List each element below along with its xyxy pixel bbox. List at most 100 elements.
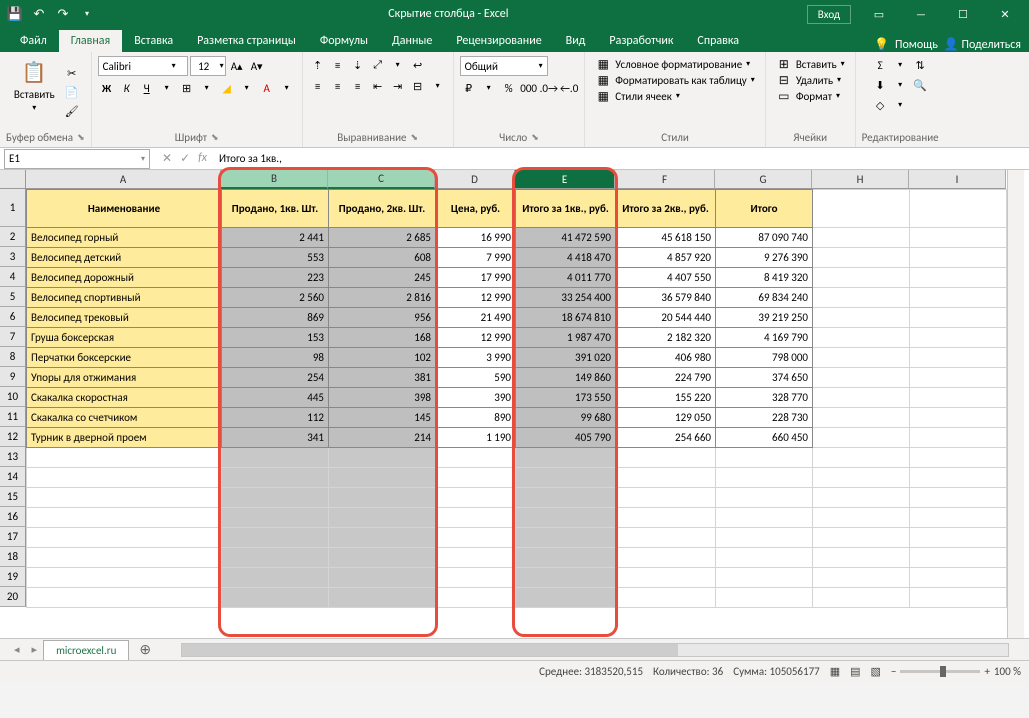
cell[interactable]: 20 544 440 bbox=[616, 308, 716, 328]
column-header-D[interactable]: D bbox=[435, 170, 515, 189]
cell[interactable] bbox=[436, 508, 516, 528]
redo-icon[interactable]: ↷ bbox=[52, 3, 74, 25]
format-cells-button[interactable]: ▭Формат▾ bbox=[772, 88, 849, 104]
formula-bar[interactable]: Итого за 1кв., bbox=[215, 152, 1029, 165]
cell[interactable] bbox=[910, 448, 1007, 468]
tab-layout[interactable]: Разметка страницы bbox=[185, 30, 308, 52]
increase-indent-icon[interactable]: ⇥ bbox=[389, 77, 407, 95]
comma-icon[interactable]: 000 bbox=[520, 79, 538, 97]
cell[interactable]: 341 bbox=[222, 428, 329, 448]
cell[interactable]: 12 990 bbox=[436, 288, 516, 308]
cell[interactable] bbox=[910, 268, 1007, 288]
cell[interactable] bbox=[27, 568, 222, 588]
sheet-nav-prev-icon[interactable]: ◂ bbox=[8, 643, 26, 656]
cell[interactable]: 2 560 bbox=[222, 288, 329, 308]
cell[interactable] bbox=[222, 528, 329, 548]
cell[interactable]: 223 bbox=[222, 268, 329, 288]
cell[interactable] bbox=[616, 488, 716, 508]
cell[interactable]: 9 276 390 bbox=[716, 248, 813, 268]
cell[interactable] bbox=[716, 548, 813, 568]
cell[interactable] bbox=[436, 568, 516, 588]
cell[interactable] bbox=[910, 588, 1007, 608]
cell[interactable]: 254 bbox=[222, 368, 329, 388]
view-pagebreak-icon[interactable]: ▧ bbox=[871, 665, 881, 678]
row-header-5[interactable]: 5 bbox=[0, 287, 26, 307]
bold-icon[interactable]: Ж bbox=[98, 79, 116, 97]
row-header-4[interactable]: 4 bbox=[0, 267, 26, 287]
cell[interactable] bbox=[910, 368, 1007, 388]
row-header-10[interactable]: 10 bbox=[0, 387, 26, 407]
cell[interactable] bbox=[813, 388, 910, 408]
cell[interactable] bbox=[813, 468, 910, 488]
cell[interactable] bbox=[910, 468, 1007, 488]
cell[interactable]: 245 bbox=[329, 268, 436, 288]
cancel-formula-icon[interactable]: ✕ bbox=[162, 151, 172, 166]
cell[interactable] bbox=[222, 548, 329, 568]
cell[interactable] bbox=[910, 228, 1007, 248]
tab-formulas[interactable]: Формулы bbox=[308, 30, 380, 52]
cell[interactable]: 4 407 550 bbox=[616, 268, 716, 288]
italic-icon[interactable]: К bbox=[118, 79, 136, 97]
cell[interactable]: 149 860 bbox=[516, 368, 616, 388]
column-header-G[interactable]: G bbox=[715, 170, 812, 189]
row-header-20[interactable]: 20 bbox=[0, 587, 26, 607]
cell[interactable]: 798 000 bbox=[716, 348, 813, 368]
font-name-combo[interactable]: Calibri▾ bbox=[98, 56, 188, 76]
percent-icon[interactable]: % bbox=[500, 79, 518, 97]
cell[interactable]: Велосипед детский bbox=[27, 248, 222, 268]
cell[interactable]: 41 472 590 bbox=[516, 228, 616, 248]
underline-icon[interactable]: Ч bbox=[138, 79, 156, 97]
cell[interactable] bbox=[813, 408, 910, 428]
cell[interactable] bbox=[436, 588, 516, 608]
cell[interactable] bbox=[813, 268, 910, 288]
cell[interactable] bbox=[813, 528, 910, 548]
cell[interactable] bbox=[813, 288, 910, 308]
cell[interactable]: 7 990 bbox=[436, 248, 516, 268]
cell[interactable]: 69 834 240 bbox=[716, 288, 813, 308]
cell[interactable] bbox=[27, 448, 222, 468]
cell[interactable] bbox=[329, 548, 436, 568]
cell[interactable] bbox=[516, 508, 616, 528]
cell[interactable] bbox=[716, 528, 813, 548]
fill-icon[interactable]: ⬇ bbox=[871, 76, 889, 94]
cell[interactable]: Велосипед трековый bbox=[27, 308, 222, 328]
row-header-1[interactable]: 1 bbox=[0, 189, 26, 227]
cell[interactable] bbox=[616, 548, 716, 568]
cell[interactable]: Турник в дверной проем bbox=[27, 428, 222, 448]
cell[interactable]: 405 790 bbox=[516, 428, 616, 448]
cell[interactable]: 45 618 150 bbox=[616, 228, 716, 248]
cell[interactable]: 4 011 770 bbox=[516, 268, 616, 288]
cell[interactable] bbox=[616, 508, 716, 528]
row-header-6[interactable]: 6 bbox=[0, 307, 26, 327]
tab-insert[interactable]: Вставка bbox=[122, 30, 185, 52]
zoom-in-icon[interactable]: + bbox=[984, 665, 989, 678]
cell[interactable] bbox=[813, 488, 910, 508]
copy-icon[interactable]: 📄 bbox=[63, 84, 81, 102]
cell[interactable]: 102 bbox=[329, 348, 436, 368]
align-top-icon[interactable]: ⇡ bbox=[309, 56, 327, 74]
row-header-14[interactable]: 14 bbox=[0, 467, 26, 487]
cell[interactable]: 8 419 320 bbox=[716, 268, 813, 288]
sheet-nav-next-icon[interactable]: ▸ bbox=[26, 643, 44, 656]
cell[interactable] bbox=[329, 588, 436, 608]
cell[interactable] bbox=[716, 508, 813, 528]
cell[interactable]: 660 450 bbox=[716, 428, 813, 448]
cell[interactable] bbox=[222, 488, 329, 508]
qat-dropdown-icon[interactable]: ▾ bbox=[76, 3, 98, 25]
cell[interactable] bbox=[813, 568, 910, 588]
cell[interactable] bbox=[516, 548, 616, 568]
spreadsheet-grid[interactable]: ABCDEFGHI 123456789101112131415161718192… bbox=[0, 170, 1029, 638]
cell[interactable]: 173 550 bbox=[516, 388, 616, 408]
cell[interactable]: 391 020 bbox=[516, 348, 616, 368]
cell[interactable] bbox=[910, 348, 1007, 368]
sheet-tab[interactable]: microexcel.ru bbox=[43, 640, 129, 660]
conditional-formatting-button[interactable]: ▦Условное форматирование▾ bbox=[591, 56, 759, 72]
save-icon[interactable]: 💾 bbox=[4, 3, 26, 25]
cell[interactable] bbox=[813, 248, 910, 268]
cell[interactable] bbox=[222, 588, 329, 608]
cell[interactable] bbox=[436, 468, 516, 488]
number-format-combo[interactable]: Общий▾ bbox=[460, 56, 548, 76]
cell[interactable]: 254 660 bbox=[616, 428, 716, 448]
row-header-13[interactable]: 13 bbox=[0, 447, 26, 467]
cell[interactable] bbox=[813, 190, 910, 228]
